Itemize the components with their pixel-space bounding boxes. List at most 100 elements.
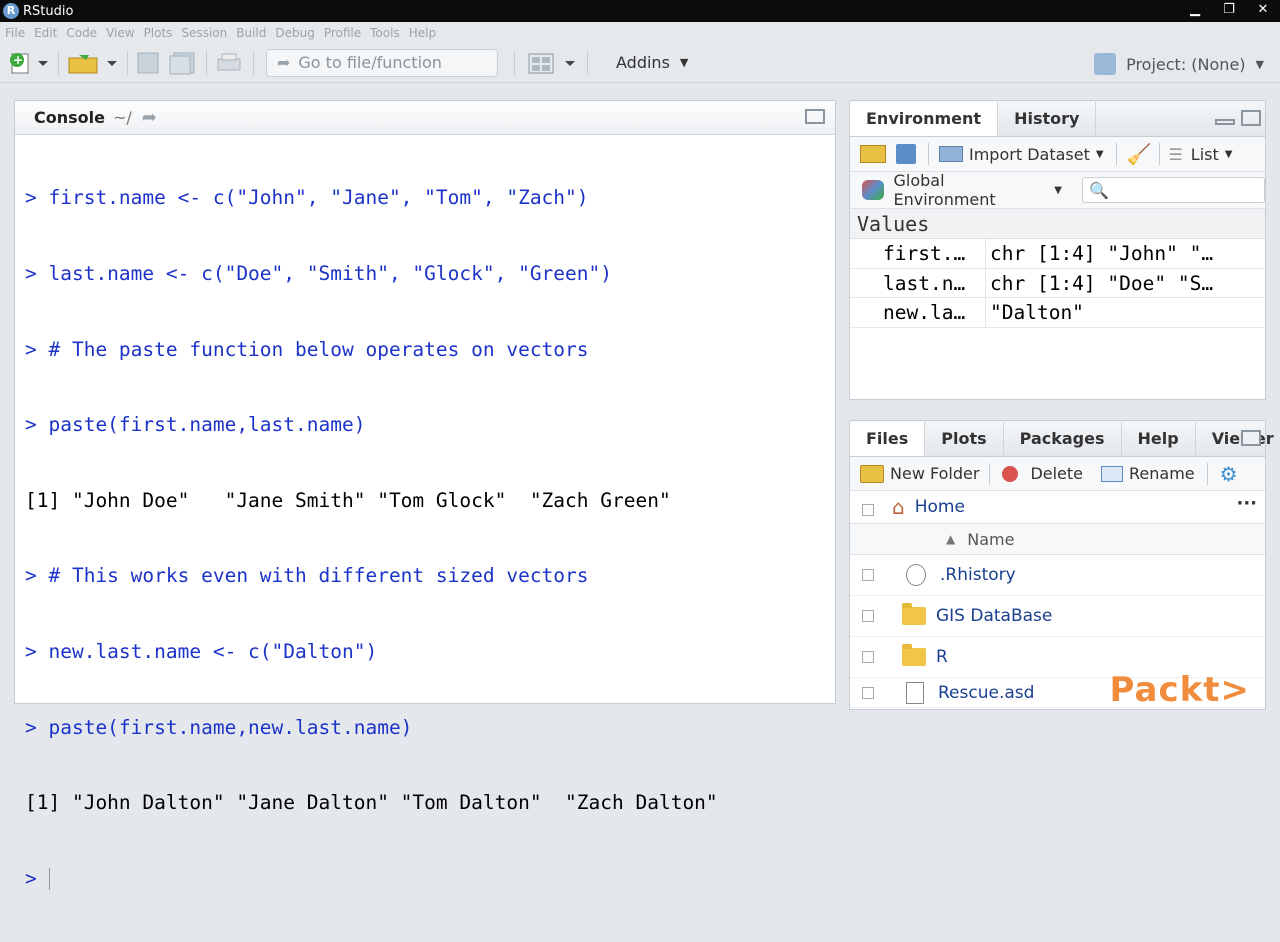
maximize-pane-icon[interactable]	[805, 109, 825, 124]
menu-debug[interactable]: Debug	[275, 26, 314, 40]
menu-session[interactable]: Session	[181, 26, 227, 40]
console-line: > new.last.name <- c("Dalton")	[25, 639, 835, 664]
menu-help[interactable]: Help	[409, 26, 436, 40]
import-dataset-button[interactable]: Import Dataset	[969, 145, 1090, 164]
addins-label: Addins	[616, 53, 670, 72]
select-all-checkbox[interactable]	[862, 504, 874, 516]
file-name: Rescue.asd	[938, 683, 1034, 703]
tab-help[interactable]: Help	[1122, 422, 1196, 456]
rename-icon	[1101, 466, 1123, 482]
delete-button[interactable]: Delete	[1030, 464, 1083, 483]
console-line: > # The paste function below operates on…	[25, 337, 835, 362]
toolbar-separator	[1159, 143, 1160, 165]
file-checkbox[interactable]	[862, 687, 874, 699]
env-row[interactable]: last.n… chr [1:4] "Doe" "S…	[850, 269, 1265, 299]
console-pane: Console ~/ ➦ > first.name <- c("John", "…	[14, 100, 836, 704]
r-environment-icon	[862, 180, 884, 200]
env-row[interactable]: new.la… "Dalton"	[850, 298, 1265, 328]
open-folder-icon[interactable]	[67, 51, 117, 75]
environment-search-input[interactable]: 🔍	[1082, 177, 1265, 203]
menu-tools[interactable]: Tools	[370, 26, 400, 40]
file-name: GIS DataBase	[936, 606, 1052, 626]
toolbar-separator	[928, 143, 929, 165]
console-line: [1] "John Dalton" "Jane Dalton" "Tom Dal…	[25, 790, 835, 815]
menu-view[interactable]: View	[106, 26, 134, 40]
files-tabbar: Files Plots Packages Help Viewer	[850, 421, 1265, 457]
tab-files[interactable]: Files	[850, 422, 925, 456]
global-environment-select[interactable]: Global Environment	[894, 171, 1049, 209]
new-folder-button[interactable]: New Folder	[890, 464, 979, 483]
gear-icon[interactable]: ⚙	[1220, 462, 1238, 486]
delete-icon	[1002, 466, 1018, 482]
tab-plots[interactable]: Plots	[925, 422, 1003, 456]
minimize-button[interactable]: ▁	[1178, 0, 1212, 20]
menu-plots[interactable]: Plots	[144, 26, 173, 40]
env-row-value: chr [1:4] "John" "…	[986, 239, 1213, 268]
console-path: ~/	[113, 108, 132, 127]
env-row-name: new.la…	[850, 298, 986, 327]
home-icon[interactable]: ⌂	[892, 495, 905, 519]
env-row-value: "Dalton"	[986, 298, 1084, 327]
list-item[interactable]: GIS DataBase	[850, 596, 1265, 637]
env-row-name: last.n…	[850, 269, 986, 298]
save-workspace-icon[interactable]	[896, 144, 916, 164]
rename-button[interactable]: Rename	[1129, 464, 1195, 483]
window-titlebar: R RStudio ▁ ❐ ✕	[0, 0, 1280, 22]
maximize-pane-icon[interactable]	[1241, 430, 1261, 446]
project-menu[interactable]: Project: (None) ▼	[1094, 53, 1264, 75]
tab-packages[interactable]: Packages	[1004, 422, 1122, 456]
tab-viewer[interactable]: Viewer	[1196, 422, 1280, 456]
tab-environment[interactable]: Environment	[850, 102, 998, 136]
search-icon: 🔍	[1089, 181, 1109, 200]
env-row-value: chr [1:4] "Doe" "S…	[986, 269, 1213, 298]
console-prompt-line[interactable]: >	[25, 866, 835, 891]
environment-tabbar: Environment History	[850, 101, 1265, 137]
save-all-icon[interactable]	[168, 51, 196, 75]
save-icon[interactable]	[136, 51, 160, 75]
print-icon[interactable]	[215, 51, 243, 75]
console-line: > first.name <- c("John", "Jane", "Tom",…	[25, 185, 835, 210]
close-button[interactable]: ✕	[1246, 0, 1280, 20]
tab-history[interactable]: History	[998, 102, 1096, 136]
goto-file-input[interactable]: ➦ Go to file/function	[266, 49, 498, 77]
console-tab[interactable]: Console	[34, 108, 105, 127]
toolbar-separator	[1207, 463, 1208, 485]
chevron-down-icon: ▼	[1225, 149, 1233, 160]
menu-code[interactable]: Code	[66, 26, 97, 40]
breadcrumb: ⌂ Home ···	[850, 491, 1265, 524]
console-line: > last.name <- c("Doe", "Smith", "Glock"…	[25, 261, 835, 286]
environment-pane: Environment History Import Dataset ▼ 🧹 ☰…	[849, 100, 1266, 400]
addins-button[interactable]: Addins ▼	[616, 53, 688, 72]
console-line: > # This works even with different sized…	[25, 563, 835, 588]
home-link[interactable]: Home	[915, 497, 965, 517]
maximize-pane-icon[interactable]	[1241, 110, 1261, 126]
project-cube-icon	[1094, 53, 1116, 75]
load-workspace-icon[interactable]	[860, 145, 886, 163]
menu-profile[interactable]: Profile	[324, 26, 361, 40]
minimize-pane-icon[interactable]	[1215, 119, 1235, 125]
layout-grid-icon[interactable]	[527, 51, 577, 75]
import-dataset-icon	[939, 146, 963, 162]
console-output[interactable]: > first.name <- c("John", "Jane", "Tom",…	[15, 135, 835, 942]
text-cursor	[49, 868, 50, 890]
list-icon: ☰	[1168, 145, 1182, 164]
more-options-icon[interactable]: ···	[1236, 493, 1257, 514]
file-checkbox[interactable]	[862, 569, 874, 581]
menu-build[interactable]: Build	[236, 26, 266, 40]
broom-icon[interactable]: 🧹	[1127, 142, 1152, 166]
console-header: Console ~/ ➦	[15, 101, 835, 135]
menu-file[interactable]: File	[5, 26, 25, 40]
files-column-header[interactable]: ▲ Name	[850, 524, 1265, 555]
env-row[interactable]: first.… chr [1:4] "John" "…	[850, 239, 1265, 269]
file-checkbox[interactable]	[862, 651, 874, 663]
menu-edit[interactable]: Edit	[34, 26, 57, 40]
new-folder-icon	[860, 465, 884, 483]
files-toolbar: New Folder Delete Rename ⚙	[850, 457, 1265, 491]
file-checkbox[interactable]	[862, 610, 874, 622]
maximize-button[interactable]: ❐	[1212, 0, 1246, 20]
list-item[interactable]: .Rhistory	[850, 555, 1265, 596]
forward-arrow-icon[interactable]: ➦	[142, 107, 157, 128]
console-line: > paste(first.name,last.name)	[25, 412, 835, 437]
list-view-button[interactable]: List	[1191, 145, 1219, 164]
new-file-icon[interactable]: +	[8, 51, 48, 75]
